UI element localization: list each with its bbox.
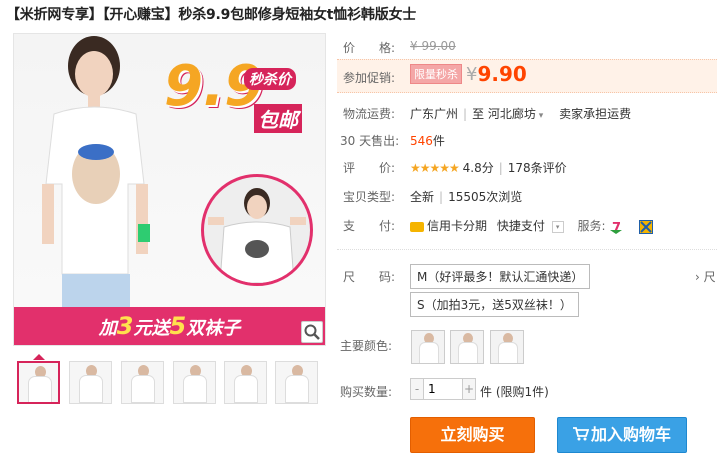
- sold-count: 546: [410, 134, 433, 148]
- magnifier-icon: [304, 324, 320, 340]
- rating-score: 4.8分: [462, 161, 494, 175]
- quick-pay-link[interactable]: 快捷支付: [497, 219, 545, 233]
- product-title: 【米折网专享】【开心赚宝】秒杀9.9包邮修身短袖女t恤衫韩版女士: [6, 7, 417, 23]
- thumbnail[interactable]: [224, 361, 267, 404]
- color-swatch[interactable]: [450, 330, 484, 364]
- sku-more-indicator: › 尺: [695, 270, 716, 284]
- payment-label: 支 付:: [343, 219, 396, 233]
- promo-baoyou-text: 包邮: [254, 104, 302, 133]
- service-label: 服务:: [577, 219, 606, 233]
- promo-bar-text: 双袜子: [186, 318, 241, 339]
- item-condition: 全新: [410, 190, 435, 204]
- shipping-label: 物流运费:: [343, 107, 396, 121]
- ship-from: 广东广州: [410, 107, 459, 121]
- inset-photo: [201, 174, 313, 286]
- price-label: 价 格:: [343, 41, 396, 55]
- promo-miaosha-text: 秒杀价: [244, 68, 296, 90]
- promo-bar-text: 元送: [133, 318, 170, 339]
- dropdown-icon[interactable]: ▾: [551, 220, 564, 233]
- size-option-m[interactable]: M（好评最多！默认汇通快递）: [410, 264, 591, 289]
- qty-minus-button[interactable]: -: [410, 378, 424, 400]
- add-to-cart-button[interactable]: 加入购物车: [557, 417, 687, 453]
- chevron-down-icon: ▾: [535, 111, 544, 121]
- zoom-button[interactable]: [301, 321, 323, 343]
- qty-input[interactable]: [423, 378, 463, 400]
- promo-graphic: 9.9 秒杀价 包邮: [164, 54, 325, 134]
- promo-bar-number: 3: [116, 312, 134, 340]
- promo-price: 9.90: [477, 62, 527, 86]
- model-figure: [42, 36, 150, 324]
- ship-to-prefix: 至: [472, 107, 485, 121]
- credit-card-icon: [410, 221, 424, 232]
- guarantee-icon[interactable]: [639, 219, 654, 234]
- color-swatch[interactable]: [411, 330, 445, 364]
- shipping-fee: 卖家承担运费: [559, 107, 632, 121]
- promo-tag: 限量秒杀: [410, 64, 462, 84]
- qty-limit: 件 (限购1件): [480, 385, 549, 399]
- type-label: 宝贝类型:: [343, 190, 396, 204]
- review-count-link[interactable]: 178条评价: [508, 161, 567, 175]
- star-rating-icon: ★★★★★: [410, 161, 460, 175]
- thumbnail[interactable]: [275, 361, 318, 404]
- thumb-pointer: [33, 354, 45, 360]
- promo-price-box: 参加促销: 限量秒杀 ¥9.90: [337, 59, 717, 93]
- sold-label: 30 天售出:: [340, 134, 400, 148]
- promo-bar-text: 加: [98, 318, 117, 339]
- promo-bar-number: 5: [169, 312, 187, 340]
- thumbnail[interactable]: [69, 361, 112, 404]
- main-product-image[interactable]: 9.9 秒杀价 包邮 加3元送5双袜子: [13, 33, 326, 346]
- view-count: 15505次浏览: [448, 190, 523, 204]
- original-price: ¥ 99.00: [410, 39, 456, 53]
- promo-banner: 加3元送5双袜子: [14, 307, 325, 345]
- thumbnail[interactable]: [173, 361, 216, 404]
- currency-symbol: ¥: [466, 63, 478, 85]
- size-option-s[interactable]: S（加拍3元，送5双丝袜！）: [410, 292, 579, 317]
- quantity-label: 购买数量:: [340, 385, 393, 399]
- rating-label: 评 价:: [343, 161, 396, 175]
- color-swatch[interactable]: [490, 330, 524, 364]
- size-label: 尺 码:: [343, 270, 396, 284]
- sold-unit: 件: [432, 134, 445, 148]
- qty-plus-button[interactable]: +: [462, 378, 476, 400]
- seven-day-return-icon[interactable]: 7: [609, 219, 624, 234]
- promo-label: 参加促销:: [343, 71, 396, 85]
- divider: [337, 249, 717, 250]
- color-label: 主要颜色:: [340, 339, 393, 353]
- thumbnail[interactable]: [17, 361, 60, 404]
- inset-model: [208, 188, 306, 283]
- credit-installment-link[interactable]: 信用卡分期: [427, 219, 487, 233]
- add-to-cart-label: 加入购物车: [590, 425, 671, 444]
- cart-icon: [572, 427, 590, 441]
- ship-to-selector[interactable]: 河北廊坊: [488, 107, 536, 121]
- thumbnail[interactable]: [121, 361, 164, 404]
- buy-now-button[interactable]: 立刻购买: [410, 417, 535, 453]
